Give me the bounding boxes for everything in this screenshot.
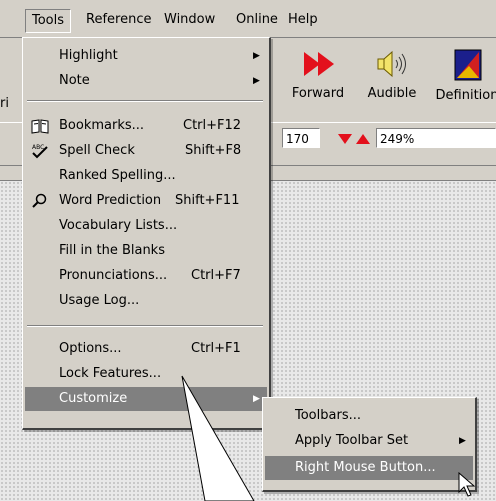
callout-pointer <box>181 375 255 501</box>
mouse-cursor-icon <box>458 472 476 497</box>
